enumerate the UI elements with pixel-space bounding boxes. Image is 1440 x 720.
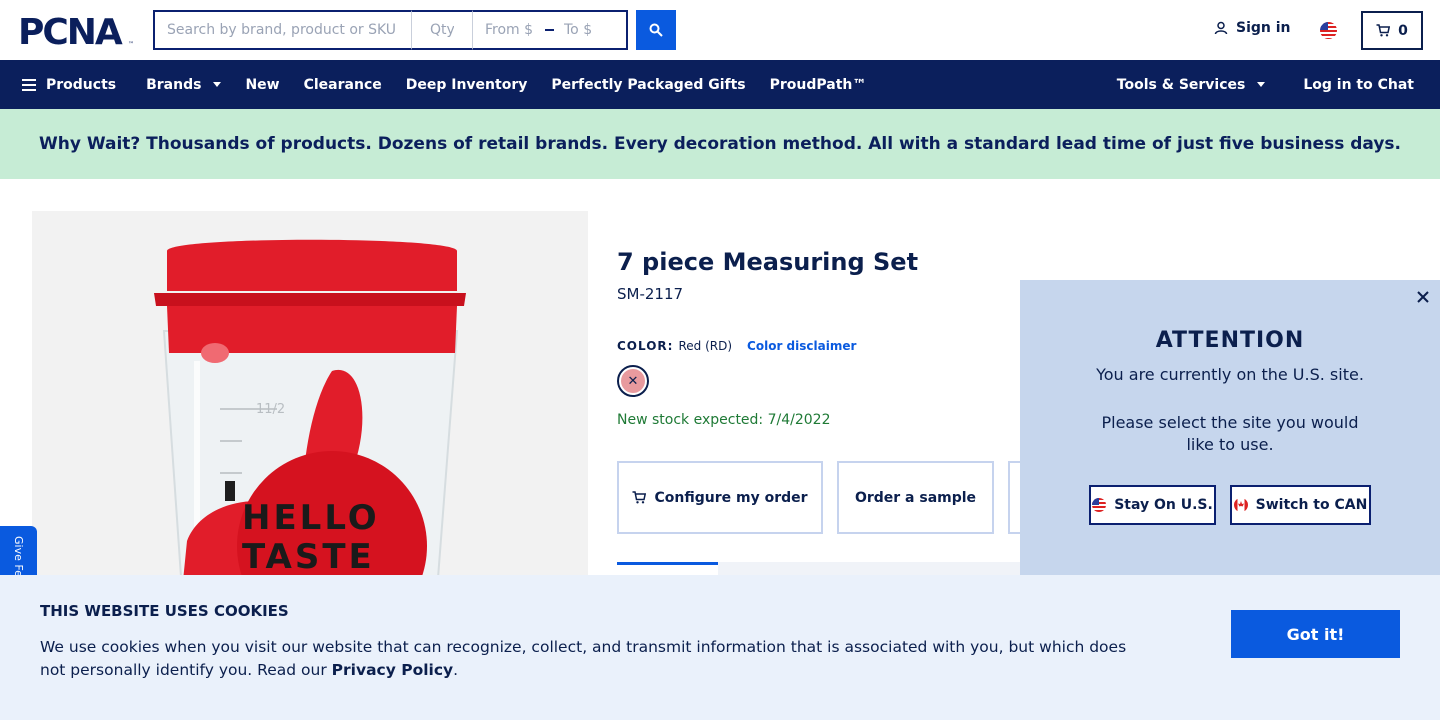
nav-new[interactable]: New [245, 77, 279, 93]
price-dash [545, 29, 554, 31]
configure-order-label: Configure my order [654, 489, 808, 506]
nav-products-label: Products [46, 76, 117, 93]
cart-count: 0 [1398, 22, 1408, 39]
user-icon [1214, 21, 1228, 35]
product-title: 7 piece Measuring Set [617, 248, 919, 276]
product-image[interactable]: 11/2 HELLO TASTE [32, 211, 588, 591]
nav-deep-inventory-label: Deep Inventory [405, 76, 528, 93]
us-flag-icon [1092, 498, 1107, 512]
cart-button[interactable]: 0 [1361, 11, 1423, 50]
color-value: Red (RD) [678, 339, 733, 353]
image-text-line1: HELLO [242, 498, 380, 538]
cookie-end: . [453, 661, 459, 679]
chevron-down-icon [1257, 82, 1266, 87]
nav-clearance-label: Clearance [303, 76, 382, 93]
price-from-input[interactable] [485, 22, 535, 38]
close-icon[interactable] [1416, 290, 1430, 304]
promo-text: Why Wait? Thousands of products. Dozens … [38, 134, 1402, 154]
color-label: COLOR: [617, 339, 674, 353]
search-button[interactable] [636, 10, 676, 50]
feedback-label: Give Fe [12, 536, 25, 577]
nav-proudpath-label: ProudPath™ [769, 76, 867, 93]
search-input[interactable] [153, 10, 411, 50]
nav-chat[interactable]: Log in to Chat [1303, 77, 1414, 93]
nav-new-label: New [245, 76, 280, 93]
cookie-banner: THIS WEBSITE USES COOKIES We use cookies… [0, 575, 1440, 720]
hamburger-icon [22, 78, 36, 91]
search-icon [649, 23, 663, 37]
attention-current-site: You are currently on the U.S. site. [1096, 365, 1364, 384]
sign-in-label: Sign in [1236, 20, 1291, 36]
stay-us-button[interactable]: Stay On U.S. [1089, 485, 1216, 525]
canada-flag-icon [1233, 498, 1248, 512]
nav-gifts[interactable]: Perfectly Packaged Gifts [551, 77, 745, 93]
stock-note: New stock expected: 7/4/2022 [617, 412, 831, 428]
order-sample-button[interactable]: Order a sample [837, 461, 994, 534]
price-to-input[interactable] [564, 22, 614, 38]
attention-instruction: Please select the site you would like to… [1101, 413, 1359, 454]
nav-brands[interactable]: Brands [146, 76, 222, 93]
image-text-line2: TASTE [242, 537, 375, 577]
attention-title: ATTENTION [1155, 328, 1305, 353]
chevron-down-icon [213, 82, 222, 87]
cookie-title: THIS WEBSITE USES COOKIES [40, 602, 289, 620]
accept-cookies-button[interactable]: Got it! [1231, 610, 1400, 658]
svg-text:™: ™ [128, 41, 134, 47]
sign-in-button[interactable]: Sign in [1214, 20, 1291, 36]
measuring-set-illustration: 11/2 HELLO TASTE [32, 211, 588, 591]
nav-brands-label: Brands [146, 76, 202, 93]
switch-can-button[interactable]: Switch to CAN [1230, 485, 1371, 525]
main-nav: Products Brands New Clearance Deep Inven… [0, 60, 1440, 109]
product-sku: SM-2117 [617, 285, 684, 303]
color-disclaimer-link[interactable]: Color disclaimer [747, 339, 856, 353]
nav-chat-label: Log in to Chat [1303, 76, 1414, 93]
pcna-logo[interactable]: PCNA ™ [18, 13, 136, 47]
nav-gifts-label: Perfectly Packaged Gifts [551, 76, 746, 93]
cart-icon [1376, 24, 1391, 37]
top-header: PCNA ™ Sign in [0, 0, 1440, 60]
cookie-text: We use cookies when you visit our websit… [40, 636, 1130, 682]
nav-tools-label: Tools & Services [1116, 76, 1246, 93]
switch-can-label: Switch to CAN [1255, 497, 1368, 513]
nav-tools[interactable]: Tools & Services [1117, 77, 1266, 93]
price-range [473, 10, 628, 50]
configure-order-button[interactable]: Configure my order [617, 461, 823, 534]
stay-us-label: Stay On U.S. [1114, 497, 1213, 513]
tab-strip [718, 562, 1020, 575]
quantity-input[interactable] [411, 10, 473, 50]
search-bar [153, 10, 676, 50]
privacy-policy-link[interactable]: Privacy Policy [332, 661, 454, 679]
nav-deep-inventory[interactable]: Deep Inventory [406, 77, 528, 93]
measure-label: 11/2 [256, 402, 285, 417]
active-tab-indicator [617, 562, 718, 565]
nav-clearance[interactable]: Clearance [304, 77, 382, 93]
cart-icon [632, 491, 647, 504]
cookie-body: We use cookies when you visit our websit… [40, 638, 1127, 679]
site-selector-modal: ATTENTION You are currently on the U.S. … [1020, 280, 1440, 575]
nav-proudpath[interactable]: ProudPath™ [770, 77, 867, 93]
color-swatch-red[interactable]: ✕ [617, 365, 649, 397]
nav-products[interactable]: Products [22, 77, 116, 93]
promo-banner: Why Wait? Thousands of products. Dozens … [0, 109, 1440, 179]
swatch-unavailable-icon: ✕ [621, 369, 645, 393]
color-row: COLOR: Red (RD) Color disclaimer [617, 339, 856, 353]
svg-text:PCNA: PCNA [18, 13, 123, 47]
order-sample-label: Order a sample [854, 489, 977, 506]
us-flag-icon[interactable] [1320, 22, 1337, 39]
